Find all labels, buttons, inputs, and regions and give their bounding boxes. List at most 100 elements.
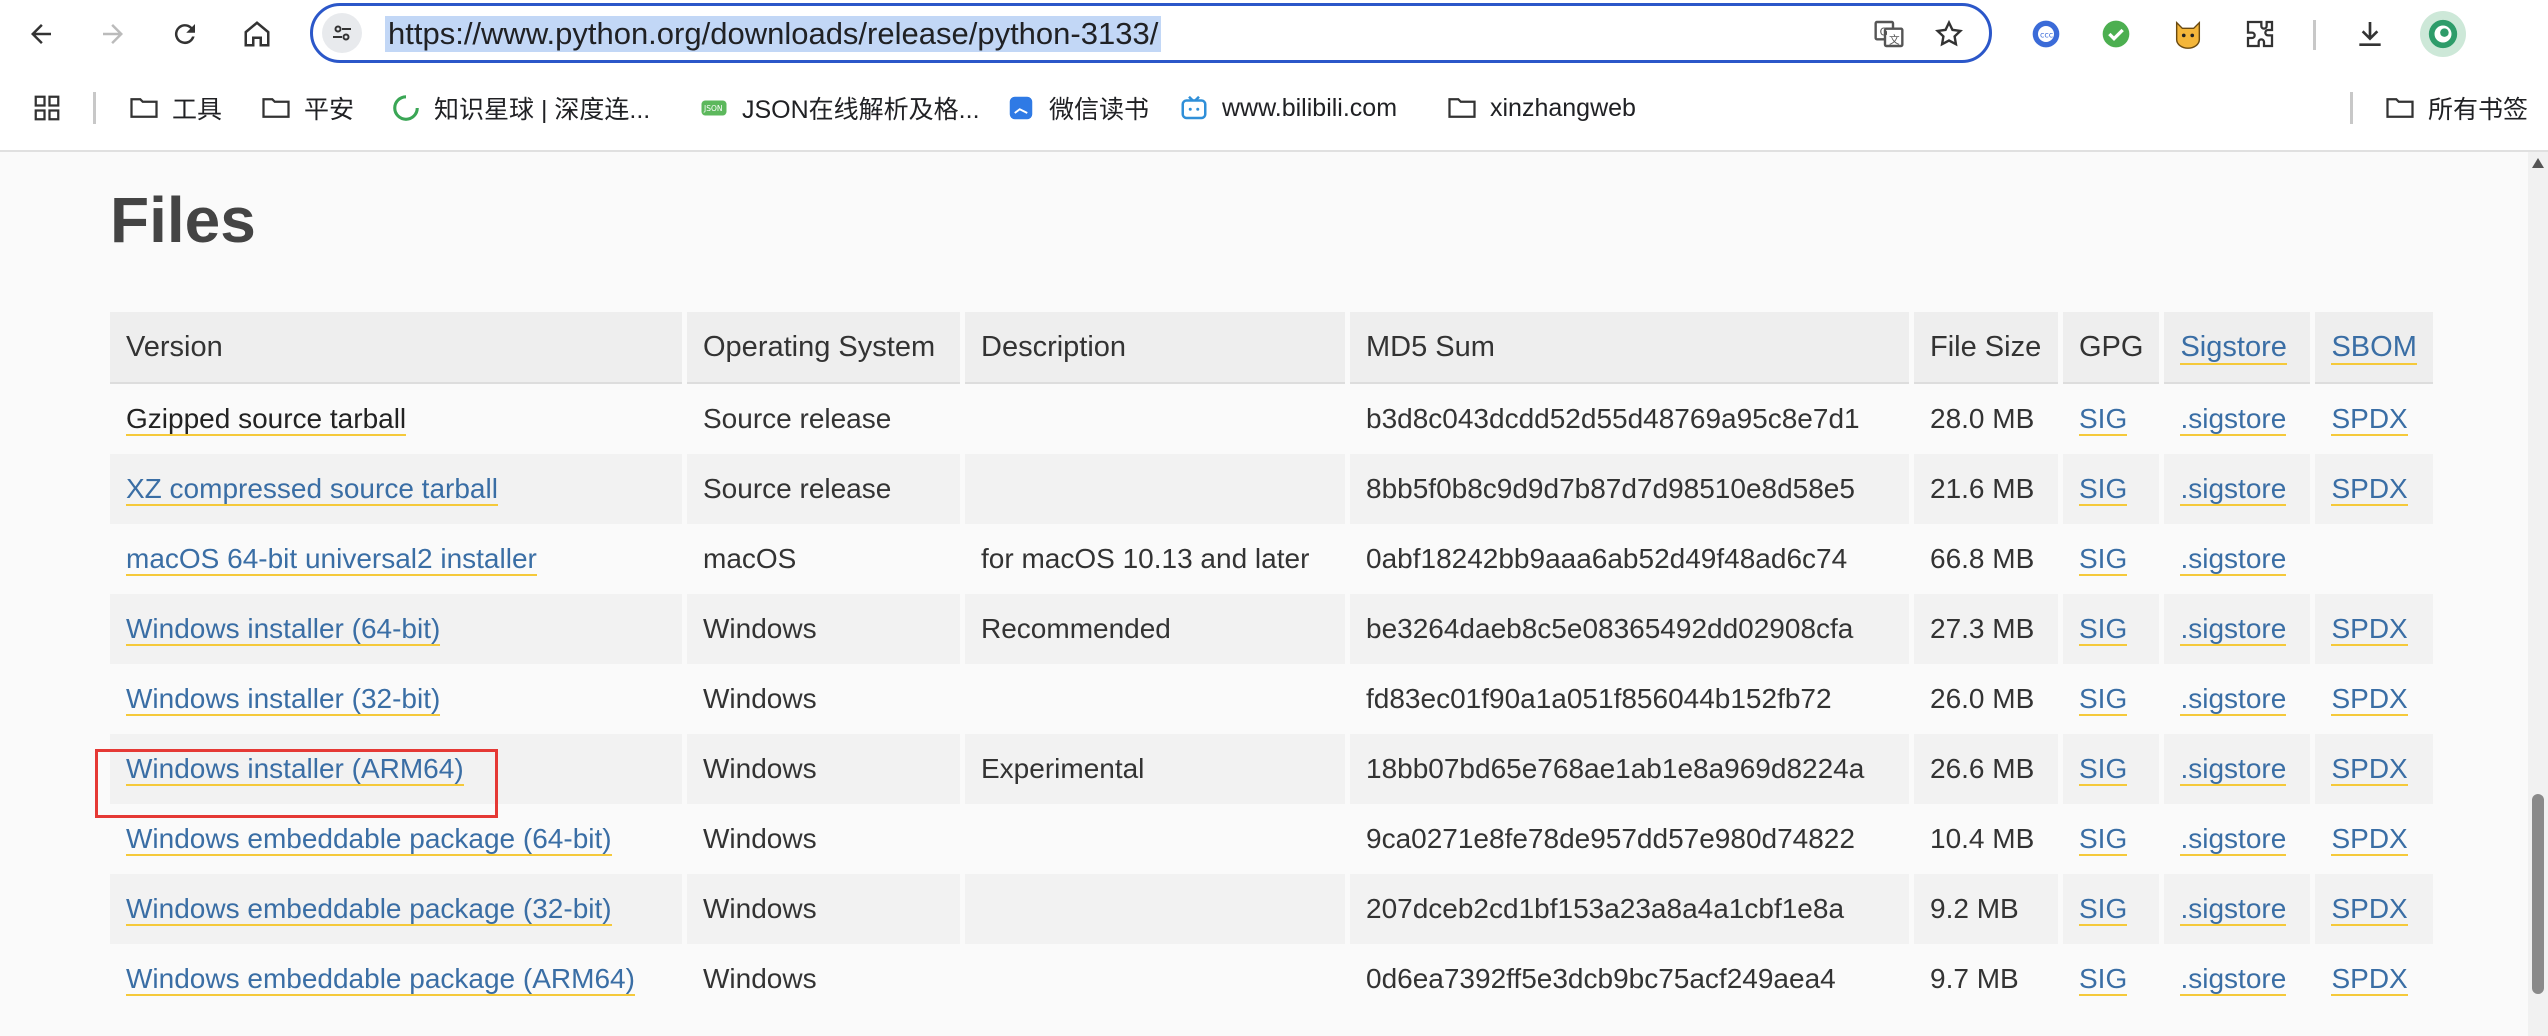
scroll-up-arrow-icon[interactable] bbox=[2532, 158, 2544, 168]
description-cell bbox=[965, 454, 1345, 524]
bookmark-tools[interactable]: 工具 bbox=[128, 86, 222, 130]
sig-link[interactable]: SIG bbox=[2079, 473, 2128, 506]
bookmark-weread[interactable]: 微信读书 bbox=[1005, 86, 1149, 130]
version-cell: macOS 64-bit universal2 installer bbox=[110, 524, 682, 594]
sig-link[interactable]: SIG bbox=[2079, 683, 2128, 716]
version-link[interactable]: macOS 64-bit universal2 installer bbox=[126, 543, 537, 576]
spdx-link[interactable]: SPDX bbox=[2331, 683, 2408, 716]
home-button[interactable] bbox=[236, 13, 278, 55]
sig-link[interactable]: SIG bbox=[2079, 823, 2128, 856]
bookmark-label: 平安 bbox=[304, 96, 355, 124]
address-bar[interactable]: https://www.python.org/downloads/release… bbox=[310, 3, 1992, 63]
bookmark-zsxq[interactable]: 知识星球 | 深度连... bbox=[390, 86, 650, 130]
spdx-link[interactable]: SPDX bbox=[2331, 753, 2408, 786]
page-title: Files bbox=[110, 184, 256, 256]
file-size-cell: 21.6 MB bbox=[1914, 454, 2058, 524]
all-bookmarks-button[interactable]: 所有书签 bbox=[2384, 86, 2528, 130]
os-cell: Windows bbox=[687, 664, 960, 734]
bookmark-bilibili[interactable]: www.bilibili.com bbox=[1178, 86, 1397, 130]
sig-link[interactable]: SIG bbox=[2079, 543, 2128, 576]
sbom-cell: SPDX bbox=[2315, 804, 2433, 874]
sigstore-link[interactable]: .sigstore bbox=[2180, 473, 2287, 506]
spdx-link[interactable]: SPDX bbox=[2331, 963, 2408, 996]
bookmark-json[interactable]: JSON JSON在线解析及格... bbox=[698, 86, 980, 130]
gpg-cell: SIG bbox=[2063, 594, 2160, 664]
column-header-sigstore[interactable]: Sigstore bbox=[2164, 312, 2311, 384]
profile-button[interactable] bbox=[2420, 11, 2466, 57]
spdx-link[interactable]: SPDX bbox=[2331, 823, 2408, 856]
version-cell: Windows installer (64-bit) bbox=[110, 594, 682, 664]
translate-icon: G 文 bbox=[1874, 20, 1904, 48]
scrollbar-thumb[interactable] bbox=[2532, 794, 2544, 994]
gpg-cell: SIG bbox=[2063, 454, 2160, 524]
bookmark-xinzhangweb[interactable]: xinzhangweb bbox=[1446, 86, 1636, 130]
bookmarks-bar: 工具 平安 知识星球 | 深度连... JSON JSON在线解析及格... 微… bbox=[0, 68, 2548, 152]
spdx-link[interactable]: SPDX bbox=[2331, 403, 2408, 436]
sigstore-link[interactable]: .sigstore bbox=[2180, 683, 2287, 716]
folder-icon bbox=[128, 92, 160, 124]
svg-text:ccc: ccc bbox=[2040, 30, 2053, 39]
back-button[interactable] bbox=[20, 13, 62, 55]
sig-link[interactable]: SIG bbox=[2079, 893, 2128, 926]
bookmark-pingan[interactable]: 平安 bbox=[260, 86, 354, 130]
spdx-link[interactable]: SPDX bbox=[2331, 473, 2408, 506]
arrow-right-icon bbox=[103, 24, 123, 44]
version-link[interactable]: Windows installer (64-bit) bbox=[126, 613, 441, 646]
table-row: Windows installer (64-bit) Windows Recom… bbox=[110, 594, 2433, 664]
extensions-button[interactable] bbox=[2239, 13, 2281, 55]
sig-link[interactable]: SIG bbox=[2079, 613, 2128, 646]
extension-ccc-button[interactable]: ccc bbox=[2025, 13, 2067, 55]
folder-icon bbox=[260, 92, 292, 124]
cat-extension-icon bbox=[2175, 20, 2201, 49]
extension-check-button[interactable] bbox=[2095, 13, 2137, 55]
bookmark-star-button[interactable] bbox=[1931, 16, 1967, 52]
site-info-button[interactable] bbox=[322, 13, 362, 53]
sigstore-link[interactable]: .sigstore bbox=[2180, 823, 2287, 856]
version-cell: Windows installer (32-bit) bbox=[110, 664, 682, 734]
files-table: Version Operating System Description MD5… bbox=[105, 312, 2438, 1014]
md5-cell: be3264daeb8c5e08365492dd02908cfa bbox=[1350, 594, 1909, 664]
sigstore-link[interactable]: .sigstore bbox=[2180, 963, 2287, 996]
sbom-cell: SPDX bbox=[2315, 944, 2433, 1014]
table-row: Windows embeddable package (ARM64) Windo… bbox=[110, 944, 2433, 1014]
sigstore-link[interactable]: .sigstore bbox=[2180, 753, 2287, 786]
weread-icon bbox=[1005, 92, 1037, 124]
sigstore-link[interactable]: .sigstore bbox=[2180, 403, 2287, 436]
column-header-file-size: File Size bbox=[1914, 312, 2058, 384]
all-bookmarks-label: 所有书签 bbox=[2428, 96, 2529, 124]
downloads-button[interactable] bbox=[2349, 13, 2391, 55]
reload-button[interactable] bbox=[164, 13, 206, 55]
apps-button[interactable] bbox=[32, 86, 62, 130]
sbom-cell: SPDX bbox=[2315, 664, 2433, 734]
sig-link[interactable]: SIG bbox=[2079, 753, 2128, 786]
table-row: Windows installer (32-bit) Windows fd83e… bbox=[110, 664, 2433, 734]
version-link[interactable]: Gzipped source tarball bbox=[126, 403, 407, 436]
sigstore-link[interactable]: .sigstore bbox=[2180, 613, 2287, 646]
sigstore-link[interactable]: .sigstore bbox=[2180, 543, 2287, 576]
version-link[interactable]: Windows embeddable package (64-bit) bbox=[126, 823, 612, 856]
sigstore-link[interactable]: .sigstore bbox=[2180, 893, 2287, 926]
toolbar-divider bbox=[2313, 20, 2316, 50]
sig-link[interactable]: SIG bbox=[2079, 963, 2128, 996]
sig-link[interactable]: SIG bbox=[2079, 403, 2128, 436]
version-link[interactable]: Windows embeddable package (ARM64) bbox=[126, 963, 635, 996]
extension-cat-button[interactable] bbox=[2167, 13, 2209, 55]
version-link[interactable]: Windows installer (32-bit) bbox=[126, 683, 441, 716]
page-content: Files Version Operating System Descripti… bbox=[0, 152, 2528, 1036]
column-header-sbom[interactable]: SBOM bbox=[2315, 312, 2433, 384]
sigstore-header-link[interactable]: Sigstore bbox=[2180, 330, 2287, 365]
translate-button[interactable]: G 文 bbox=[1871, 16, 1907, 52]
version-link[interactable]: Windows installer (ARM64) bbox=[126, 753, 464, 786]
version-link[interactable]: XZ compressed source tarball bbox=[126, 473, 498, 506]
page-scrollbar[interactable] bbox=[2528, 152, 2548, 1036]
file-size-cell: 27.3 MB bbox=[1914, 594, 2058, 664]
sbom-header-link[interactable]: SBOM bbox=[2331, 330, 2417, 365]
folder-icon bbox=[2384, 92, 2416, 124]
bookmark-label: www.bilibili.com bbox=[1222, 93, 1398, 122]
version-link[interactable]: Windows embeddable package (32-bit) bbox=[126, 893, 612, 926]
forward-button[interactable] bbox=[92, 13, 134, 55]
spdx-link[interactable]: SPDX bbox=[2331, 613, 2408, 646]
url-text[interactable]: https://www.python.org/downloads/release… bbox=[385, 16, 1162, 52]
spdx-link[interactable]: SPDX bbox=[2331, 893, 2408, 926]
table-header-row: Version Operating System Description MD5… bbox=[110, 312, 2433, 384]
